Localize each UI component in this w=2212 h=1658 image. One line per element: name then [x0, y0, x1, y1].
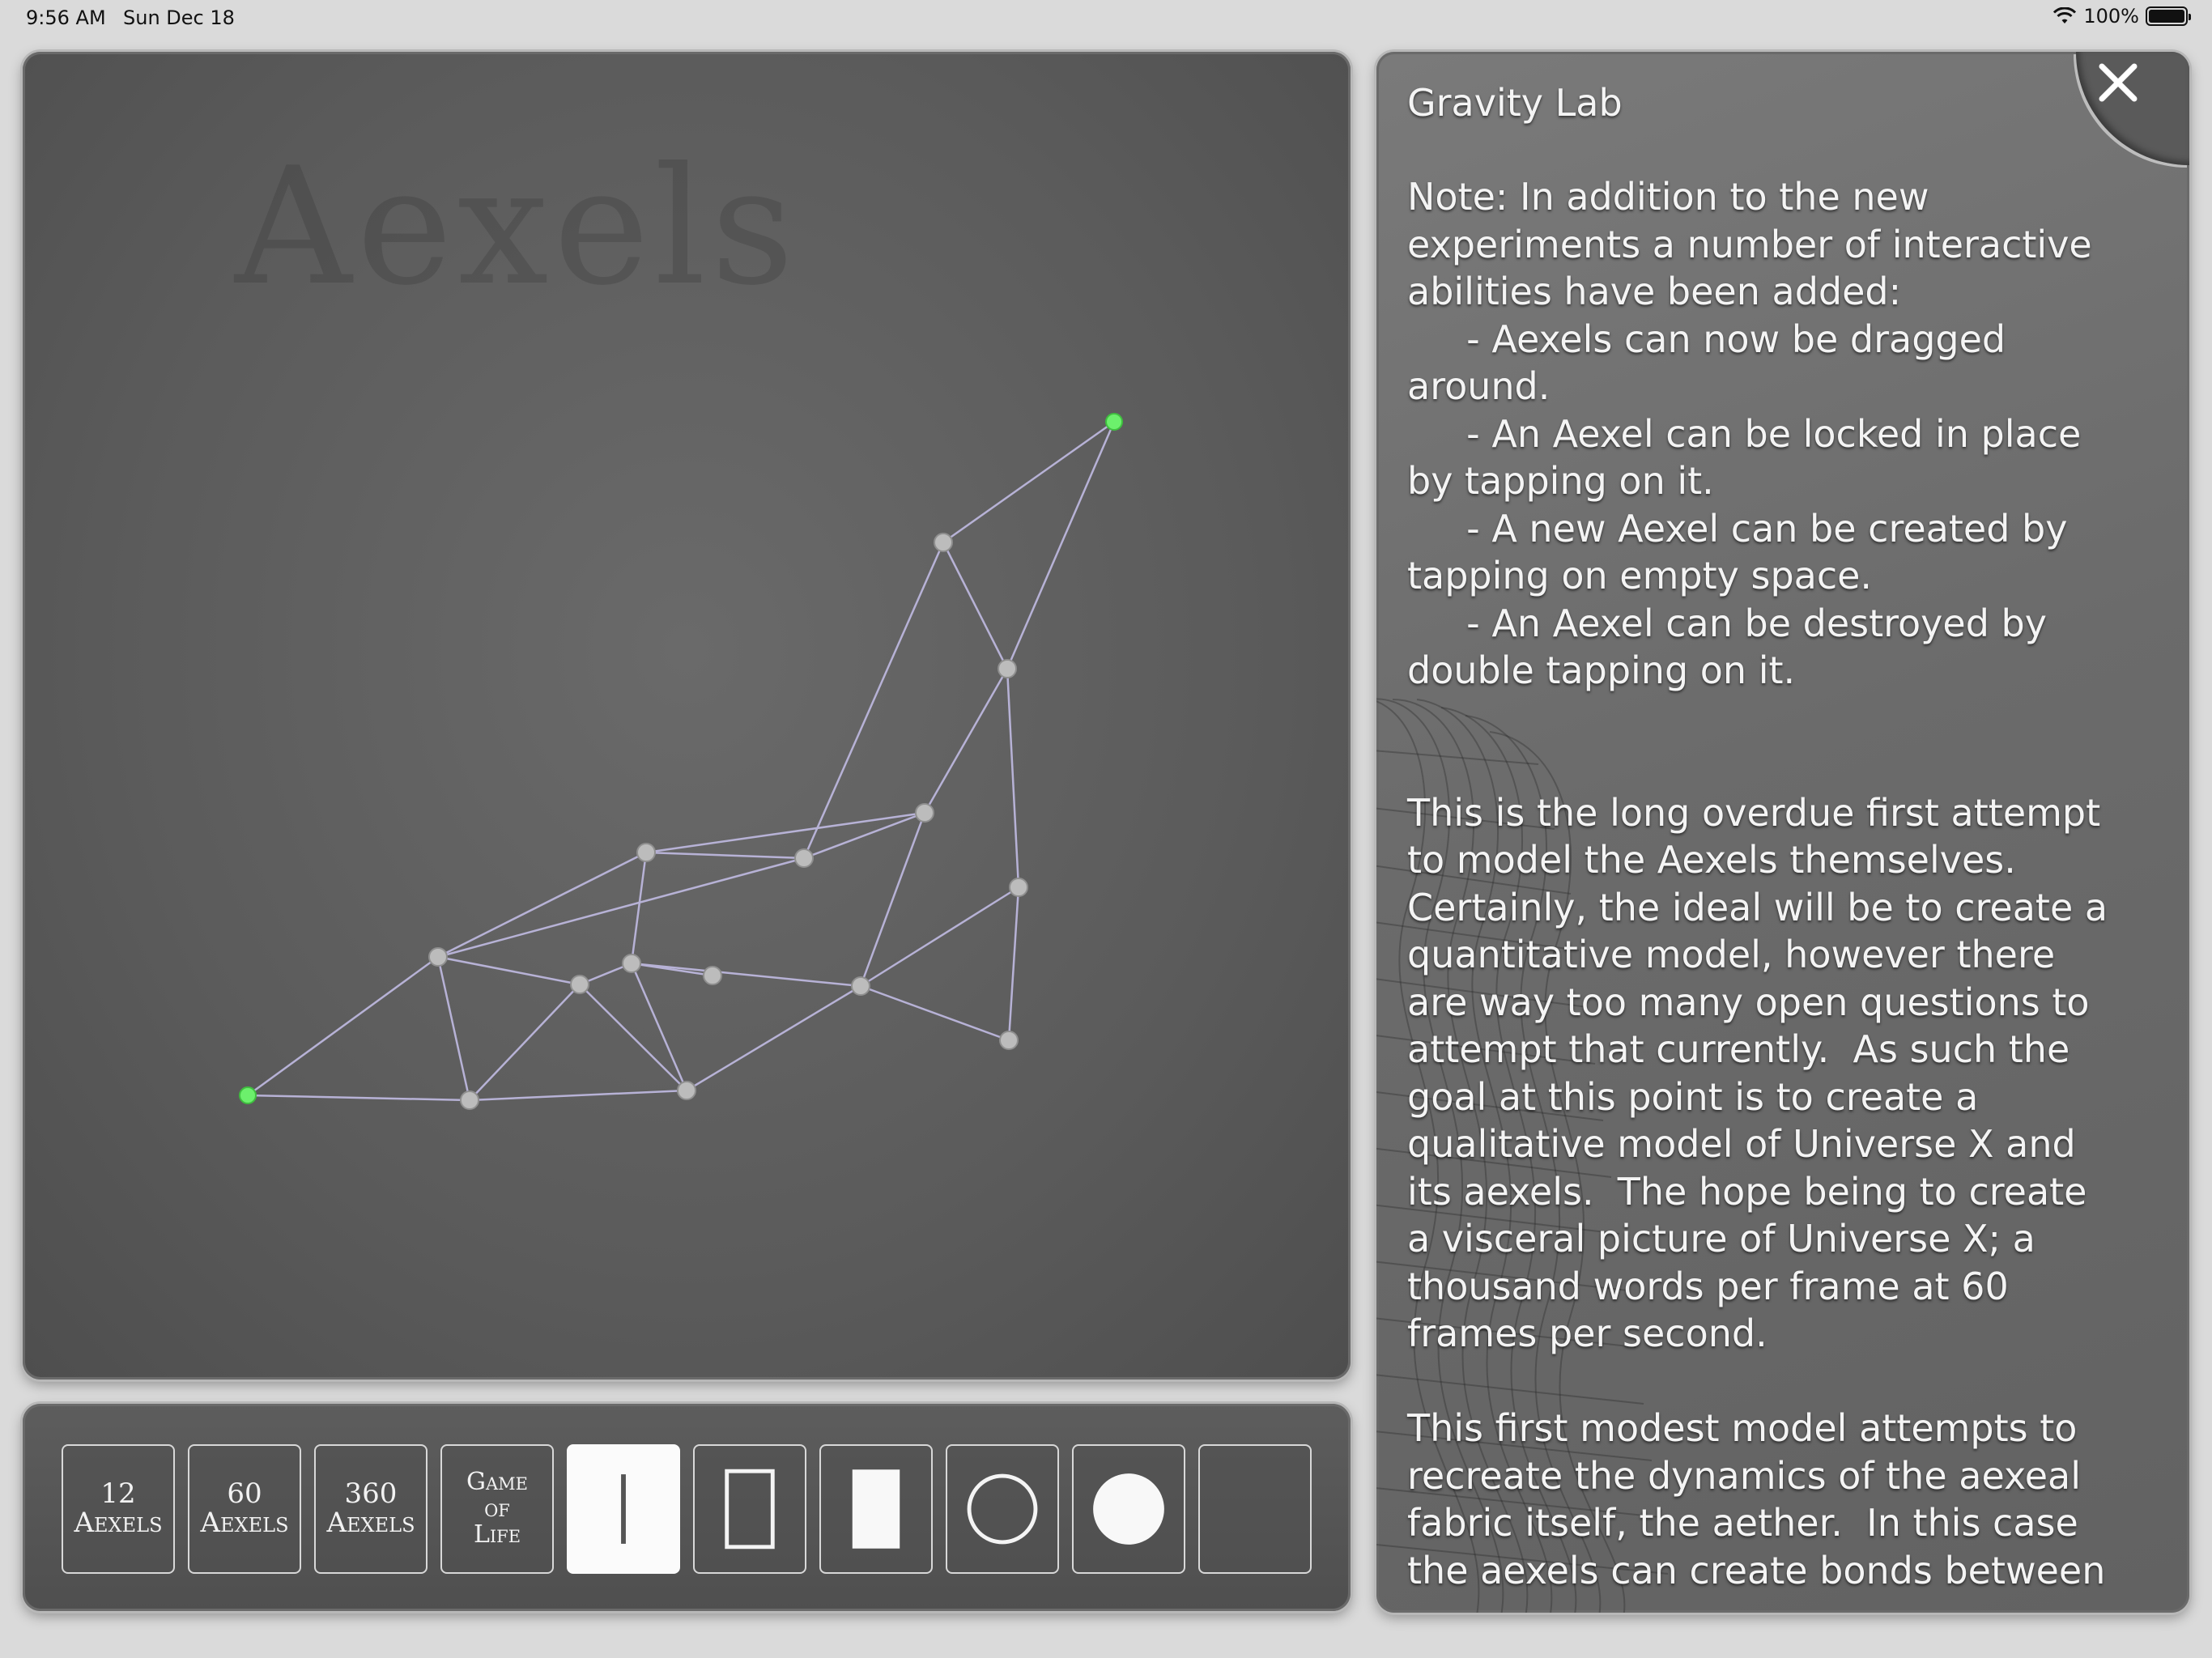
- aexel-node[interactable]: [570, 975, 589, 994]
- info-panel: Gravity Lab Note: In addition to the new…: [1376, 52, 2189, 1613]
- bond-edge: [469, 984, 581, 1101]
- bond-edge: [437, 851, 647, 959]
- aexel-node[interactable]: [794, 848, 814, 868]
- circle-outline-icon: [967, 1473, 1038, 1545]
- bond-edge: [1006, 668, 1020, 888]
- btn-empty[interactable]: [1198, 1444, 1312, 1574]
- bond-edge: [630, 852, 648, 964]
- aexel-node[interactable]: [677, 1081, 696, 1100]
- bond-edge: [247, 955, 439, 1097]
- bond-edge: [645, 851, 805, 860]
- btn-rect-outline[interactable]: [693, 1444, 806, 1574]
- aexel-node[interactable]: [934, 533, 953, 552]
- bond-edge: [1007, 886, 1020, 1041]
- bond-edge: [860, 886, 1019, 988]
- bond-edge: [437, 955, 581, 986]
- bond-edge: [579, 984, 687, 1091]
- btn-label-life: Life: [473, 1520, 521, 1550]
- battery-percent: 100%: [2083, 5, 2139, 28]
- btn-label-number: 12: [100, 1477, 136, 1511]
- bond-edge: [942, 542, 1009, 670]
- aexel-node[interactable]: [851, 976, 870, 996]
- aexel-network[interactable]: [23, 52, 1351, 1380]
- bond-edge: [631, 962, 861, 988]
- bond-edge: [247, 1094, 470, 1102]
- rectangle-outline-icon: [725, 1469, 775, 1550]
- btn-60-aexels[interactable]: 60 Aexels: [188, 1444, 301, 1574]
- battery-icon: [2146, 6, 2191, 26]
- locked-aexel-node[interactable]: [239, 1086, 257, 1104]
- status-date: Sun Dec 18: [123, 6, 235, 29]
- aexel-node[interactable]: [915, 803, 934, 823]
- aexel-node[interactable]: [1009, 878, 1028, 897]
- btn-label-word: Aexels: [200, 1507, 289, 1539]
- line-icon: [621, 1474, 626, 1544]
- aexel-node[interactable]: [636, 843, 656, 862]
- btn-label-game: Game: [466, 1468, 528, 1497]
- aexel-node[interactable]: [703, 966, 722, 985]
- locked-aexel-node[interactable]: [1105, 413, 1123, 431]
- rectangle-filled-icon: [852, 1469, 900, 1549]
- simulation-panel[interactable]: Aexels: [23, 52, 1351, 1380]
- circle-filled-icon: [1093, 1473, 1164, 1545]
- btn-label-word: Aexels: [74, 1507, 163, 1539]
- bond-edge: [686, 984, 861, 1092]
- bond-edge: [436, 956, 471, 1101]
- btn-circle-outline[interactable]: [946, 1444, 1059, 1574]
- bond-edge: [859, 812, 926, 987]
- bond-edge: [860, 984, 1010, 1042]
- btn-line[interactable]: [567, 1444, 680, 1574]
- bond-edge: [437, 857, 805, 959]
- bond-edge: [645, 811, 925, 854]
- wifi-icon: [2053, 7, 2077, 23]
- aexel-node[interactable]: [622, 954, 641, 973]
- info-title: Gravity Lab: [1407, 81, 1623, 125]
- bond-edge: [469, 1089, 687, 1102]
- status-bar: 9:56 AM Sun Dec 18 100%: [0, 0, 2212, 37]
- btn-12-aexels[interactable]: 12 Aexels: [62, 1444, 175, 1574]
- bond-edge: [923, 668, 1009, 814]
- btn-360-aexels[interactable]: 360 Aexels: [314, 1444, 428, 1574]
- btn-circle-filled[interactable]: [1072, 1444, 1185, 1574]
- close-icon[interactable]: [2092, 57, 2144, 108]
- btn-game-of-life[interactable]: Game of Life: [440, 1444, 554, 1574]
- info-body-text: Note: In addition to the new experiments…: [1407, 175, 2108, 1592]
- aexel-node[interactable]: [999, 1031, 1019, 1050]
- aexel-node[interactable]: [428, 947, 448, 967]
- btn-label-number: 60: [227, 1477, 262, 1511]
- btn-rect-filled[interactable]: [819, 1444, 933, 1574]
- bond-edge: [630, 963, 688, 1091]
- status-right: 100%: [2052, 5, 2191, 28]
- btn-label-number: 360: [344, 1477, 398, 1511]
- aexel-node[interactable]: [460, 1090, 479, 1110]
- status-time: 9:56 AM: [26, 6, 106, 29]
- btn-label-word: Aexels: [326, 1507, 415, 1539]
- btn-label-of: of: [484, 1494, 510, 1523]
- aexel-node[interactable]: [998, 659, 1017, 678]
